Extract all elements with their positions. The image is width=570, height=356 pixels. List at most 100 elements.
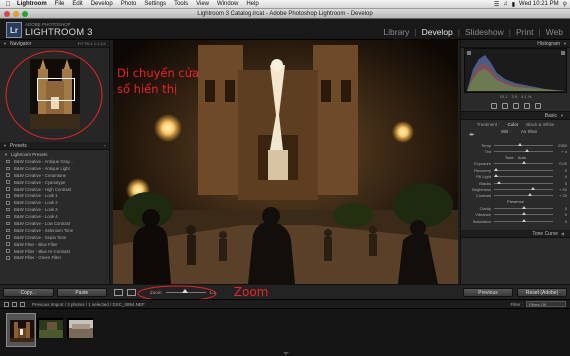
preset-item[interactable]: B&W Creative - Cyanotype [0, 179, 109, 186]
menu-photo[interactable]: Photo [121, 1, 137, 7]
slider-value[interactable]: 5 [553, 181, 567, 186]
treatment-bw-button[interactable]: Black & White [526, 122, 554, 127]
forward-icon[interactable] [20, 301, 25, 307]
slider-saturation[interactable]: Saturation 0 [461, 218, 570, 224]
menu-develop[interactable]: Develop [91, 1, 113, 7]
preset-item[interactable]: B&W Creative - Look 2 [0, 199, 109, 206]
module-print[interactable]: Print [515, 27, 534, 37]
slider-value[interactable]: 0 [553, 212, 567, 217]
menu-window[interactable]: Window [217, 1, 238, 7]
slider-track[interactable] [494, 180, 553, 184]
module-develop[interactable]: Develop [421, 27, 454, 37]
wb-eyedropper-icon[interactable]: ✒ [469, 131, 475, 139]
module-library[interactable]: Library [382, 27, 410, 37]
menu-view[interactable]: View [196, 1, 209, 7]
menu-edit[interactable]: Edit [72, 1, 82, 7]
zoom-slider-thumb[interactable] [181, 288, 188, 293]
filmstrip-thumbnail[interactable] [36, 317, 64, 339]
filmstrip-thumbnail[interactable] [6, 313, 36, 347]
preset-item[interactable]: B&W Creative - Selenium Tone [0, 227, 109, 234]
histogram-display[interactable] [464, 48, 567, 93]
preset-item[interactable]: B&W Creative - Antique Gray... [0, 158, 109, 165]
preset-item[interactable]: B&W Filter - Green Filter [0, 254, 109, 261]
preset-item[interactable]: B&W Creative - Look 3 [0, 206, 109, 213]
filmstrip-thumbnail[interactable] [66, 317, 94, 339]
navigator-preview[interactable] [0, 48, 109, 142]
filter-select[interactable]: Filters Off [526, 301, 566, 307]
menu-file[interactable]: File [55, 1, 65, 7]
slider-value[interactable]: + 50 [553, 187, 567, 192]
slider-value[interactable]: 0 [553, 219, 567, 224]
preset-item[interactable]: B&W Filter - Blue Filter [0, 241, 109, 248]
slider-value[interactable]: 0 [553, 206, 567, 211]
red-eye-icon[interactable] [512, 102, 519, 109]
slider-track[interactable] [494, 174, 553, 178]
module-slideshow[interactable]: Slideshow [464, 27, 505, 37]
slider-value[interactable]: 0.00 [553, 161, 567, 166]
tone-curve-header[interactable]: Tone Curve ◀ [461, 230, 570, 239]
menu-settings[interactable]: Settings [144, 1, 166, 7]
histogram-header[interactable]: Histogram ▼ [461, 40, 570, 48]
preset-item[interactable]: B&W Filter - Blue Hi-Contrast [0, 248, 109, 255]
slider-track[interactable] [494, 218, 553, 222]
navigator-zoom-options[interactable]: FIT FILL 1:1 3:1 [78, 41, 106, 46]
before-after-view-icon[interactable] [127, 288, 136, 296]
grid-view-icon[interactable] [4, 301, 9, 307]
filmstrip-collapse-icon[interactable] [283, 352, 289, 355]
slider-track[interactable] [494, 149, 553, 153]
slider-track[interactable] [494, 193, 553, 197]
preset-item[interactable]: B&W Creative - High Contrast [0, 186, 109, 193]
spot-removal-icon[interactable] [501, 102, 508, 109]
loupe-view-icon[interactable] [114, 288, 123, 296]
graduated-filter-icon[interactable] [523, 102, 530, 109]
wb-select[interactable]: As Shot [521, 129, 537, 134]
slider-track[interactable] [494, 142, 553, 146]
slider-track[interactable] [494, 187, 553, 191]
apple-menu-icon[interactable]:  [3, 1, 13, 8]
slider-value[interactable]: + 25 [553, 193, 567, 198]
zoom-window-icon[interactable] [22, 11, 28, 17]
preset-item[interactable]: B&W Creative - Low Contrast [0, 220, 109, 227]
slider-value[interactable]: 0 [553, 174, 567, 179]
battery-icon[interactable]: ▮ [512, 1, 515, 8]
back-icon[interactable] [12, 301, 17, 307]
preset-item[interactable]: B&W Creative - Sepia Tone [0, 234, 109, 241]
slider-value[interactable]: 0 [553, 168, 567, 173]
module-web[interactable]: Web [545, 27, 564, 37]
slider-track[interactable] [494, 161, 553, 165]
main-photo-view[interactable]: Di chuyển cửa sổ hiển thị [113, 40, 458, 284]
menu-app[interactable]: Lightroom [17, 1, 47, 7]
crop-tool-icon[interactable] [490, 102, 497, 109]
basic-panel-header[interactable]: Basic ▼ [461, 112, 570, 120]
preset-item[interactable]: B&W Creative - Antique Light [0, 165, 109, 172]
slider-track[interactable] [494, 167, 553, 171]
preset-item[interactable]: B&W Creative - Look 1 [0, 192, 109, 199]
slider-value[interactable]: 2950 [553, 143, 567, 148]
minimize-window-icon[interactable] [13, 11, 19, 17]
menu-help[interactable]: Help [246, 1, 258, 7]
adjustment-brush-icon[interactable] [534, 102, 541, 109]
treatment-color-button[interactable]: Color [508, 122, 519, 127]
preset-item[interactable]: B&W Creative - Creamtone [0, 172, 109, 179]
preset-folder[interactable]: ▼ Lightroom Presets [0, 151, 109, 158]
volume-icon[interactable]: ♫ [503, 1, 508, 7]
zoom-slider[interactable] [165, 288, 206, 293]
slider-track[interactable] [494, 205, 553, 209]
tone-auto-button[interactable]: Auto [518, 155, 526, 160]
presets-header[interactable]: ▼ Presets + [0, 142, 109, 150]
close-window-icon[interactable] [4, 11, 10, 17]
add-preset-icon[interactable]: + [104, 143, 106, 148]
paste-settings-button[interactable]: Paste [56, 288, 107, 297]
reset-button[interactable]: Reset (Adobe) [517, 288, 567, 297]
menubar-clock[interactable]: Wed 10:21 PM [519, 1, 559, 7]
spotlight-icon[interactable]: ⚲ [563, 1, 567, 8]
slider-track[interactable] [494, 212, 553, 216]
slider-value[interactable]: + 4 [553, 149, 567, 154]
preset-item[interactable]: B&W Creative - Look 4 [0, 213, 109, 220]
copy-settings-button[interactable]: Copy... [3, 288, 54, 297]
filmstrip-source[interactable]: Previous Import / 3 photos / 1 selected … [32, 302, 145, 307]
menu-tools[interactable]: Tools [174, 1, 188, 7]
wifi-icon[interactable]: ☰ [494, 1, 499, 8]
navigator-header[interactable]: ▼ Navigator FIT FILL 1:1 3:1 [0, 40, 109, 48]
previous-button[interactable]: Previous [463, 288, 513, 297]
